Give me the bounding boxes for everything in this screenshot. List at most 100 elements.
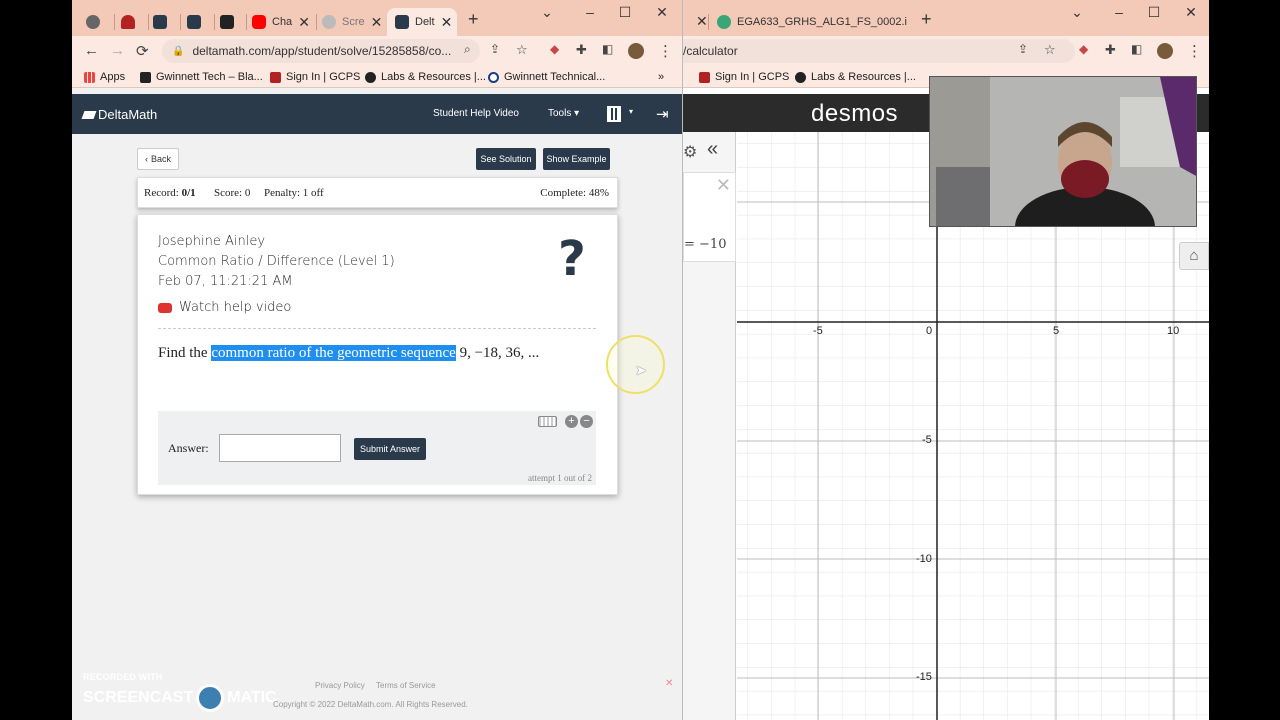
close-window-button[interactable]: ✕ [1181,4,1201,21]
left-browser-window: Cha ✕ Scre ✕ Delt ✕ + ⌄ – ☐ ✕ ← → ⟳ 🔒 delta… [72,0,683,720]
apps-grid-icon [84,71,95,83]
expression-panel: ⚙ « ✕ = −10 [683,132,736,720]
close-tab-icon[interactable]: ✕ [298,14,310,31]
bookmarks-bar: Apps Gwinnett Tech – Bla... Sign In | GC… [72,66,682,88]
bookmark-gwinnett-technical[interactable]: Gwinnett Technical... [488,71,605,83]
share-icon[interactable]: ⇪ [490,42,500,56]
y-tick-label: -10 [916,553,932,565]
menu-dots-icon[interactable]: ⋮ [658,42,673,60]
minimize-button[interactable]: – [1109,4,1129,20]
tab-search-icon[interactable]: ⌄ [1067,4,1087,21]
answer-input[interactable] [219,434,341,462]
forward-arrow-icon[interactable]: → [110,42,125,59]
tab-5[interactable] [220,8,248,36]
x-tick-label: 5 [1053,325,1060,337]
sidebar-icon[interactable]: ◧ [1131,42,1142,56]
show-example-button[interactable]: Show Example [543,148,610,170]
calculator-icon[interactable] [607,106,621,122]
logout-icon[interactable]: ⇥ [656,105,669,123]
share-icon[interactable]: ⇪ [1018,42,1028,56]
bookmark-labs[interactable]: Labs & Resources |... [365,71,486,83]
close-window-button[interactable]: ✕ [652,4,672,21]
bookmark-star-icon[interactable]: ☆ [516,42,528,58]
menu-dots-icon[interactable]: ⋮ [1187,42,1202,60]
record-bar: Record: 0/1 Score: 0 Penalty: 1 off Comp… [137,177,618,208]
bookmark-star-icon[interactable]: ☆ [1044,42,1056,58]
penalty-text: Penalty: 1 off [264,187,324,199]
puzzle-icon[interactable]: ✚ [1105,42,1116,58]
bookmark-gcps[interactable]: Sign In | GCPS [699,71,789,83]
puzzle-icon[interactable]: ✚ [576,42,587,58]
tab-screencast[interactable]: Scre ✕ [322,8,384,36]
close-icon[interactable]: ✕ [665,678,673,689]
graduation-cap-icon [81,110,97,119]
tab-deltamath-active[interactable]: Delt ✕ [387,8,457,36]
bookmark-labs[interactable]: Labs & Resources |... [795,71,916,83]
avatar[interactable] [628,43,644,59]
browser-toolbar: ← → ⟳ 🔒 deltamath.com/app/student/solve/… [72,36,682,66]
zoom-out-icon[interactable]: − [580,415,593,428]
student-help-video-link[interactable]: Student Help Video [433,108,519,119]
reload-icon[interactable]: ⟳ [136,42,149,60]
bookmarks-more[interactable]: » [658,71,664,83]
see-solution-button[interactable]: See Solution [476,148,536,170]
right-address-bar[interactable]: /calculator [683,39,1075,63]
home-button[interactable]: ⌂ [1179,242,1209,270]
circle-logo-icon [488,71,499,83]
tools-menu[interactable]: Tools ▾ [548,108,579,119]
assignment-title: Common Ratio / Difference (Level 1) [158,254,395,269]
tab-search-icon[interactable]: ⌄ [537,4,557,21]
x-tick-label: -5 [813,325,823,337]
y-tick-label: -5 [922,434,932,446]
extension-icon[interactable]: ◆ [550,42,559,56]
tab-2[interactable] [121,8,149,36]
attempt-text: attempt 1 out of 2 [528,473,592,483]
tab-4[interactable] [187,8,215,36]
webcam-person-image [930,77,1196,226]
address-bar[interactable]: 🔒 deltamath.com/app/student/solve/152858… [162,39,480,63]
privacy-policy-link[interactable]: Privacy Policy [315,681,365,690]
extension-icon[interactable]: ◆ [1079,42,1088,56]
tab-youtube[interactable]: Cha ✕ [252,8,312,36]
new-tab-button[interactable]: + [468,9,479,30]
gear-icon[interactable]: ⚙ [683,142,697,162]
terms-link[interactable]: Terms of Service [376,681,436,690]
right-tab-strip: ✕ EGA633_GRHS_ALG1_FS_0002.in✕ + ⌄ – ☐ ✕ [683,0,1209,36]
expression-value: = −10 [684,237,727,252]
submit-answer-button[interactable]: Submit Answer [354,438,426,460]
search-icon[interactable]: ⌕ [464,42,471,57]
avatar[interactable] [1157,43,1173,59]
x-tick-label: 0 [926,325,933,337]
delete-expression-icon[interactable]: ✕ [716,175,731,196]
tab-1[interactable] [86,8,114,36]
close-tab-icon[interactable]: ✕ [696,13,708,30]
score-text: Score: 0 [214,187,251,199]
mouse-cursor-icon: ➤ [635,362,647,378]
zoom-in-icon[interactable]: + [565,415,578,428]
tab-ega633[interactable]: EGA633_GRHS_ALG1_FS_0002.in✕ [717,8,907,36]
close-tab-icon[interactable]: ✕ [371,14,383,31]
bookmark-gcps[interactable]: Sign In | GCPS [270,71,360,83]
watch-help-video-link[interactable]: Watch help video [158,300,291,315]
desmos-logo: desmos [811,100,899,127]
back-button[interactable]: ‹ Back [137,148,179,170]
maximize-button[interactable]: ☐ [1144,4,1164,21]
maximize-button[interactable]: ☐ [615,4,635,21]
minimize-button[interactable]: – [580,4,600,20]
chevron-down-icon[interactable]: ▾ [629,107,633,116]
keyboard-icon[interactable] [538,416,557,427]
bookmark-gwinnett-tech[interactable]: Gwinnett Tech – Bla... [140,71,263,83]
tab-3[interactable] [153,8,181,36]
complete-text: Complete: 48% [540,187,609,199]
deltamath-logo[interactable]: DeltaMath [81,107,157,122]
sidebar-icon[interactable]: ◧ [602,42,613,56]
selected-text: common ratio of the geometric sequence [211,345,456,361]
collapse-panel-icon[interactable]: « [707,138,718,161]
new-tab-button[interactable]: + [921,9,932,30]
close-tab-icon[interactable]: ✕ [441,14,453,31]
expression-row[interactable]: ✕ = −10 [683,172,736,262]
x-tick-label: 10 [1167,325,1180,337]
bookmark-apps[interactable]: Apps [84,71,125,83]
back-arrow-icon[interactable]: ← [84,42,99,59]
screencast-logo-icon [196,684,225,712]
